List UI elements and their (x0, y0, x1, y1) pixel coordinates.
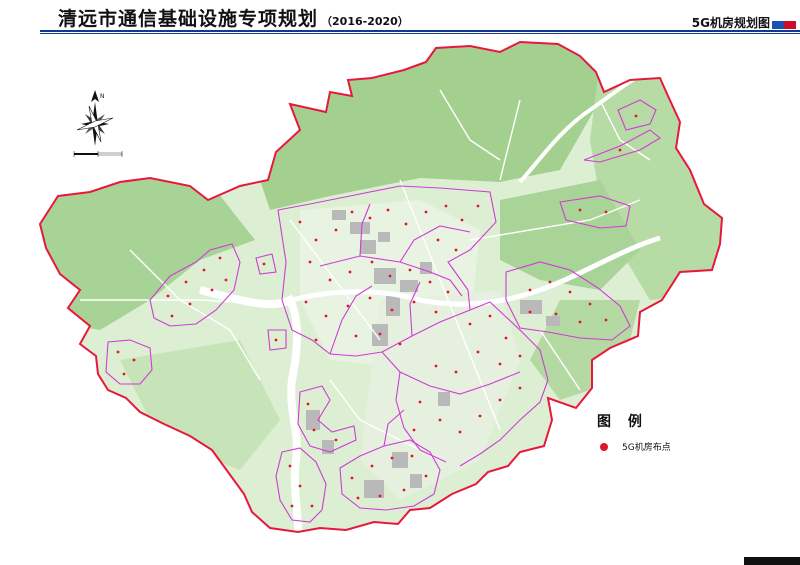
legend-label: 5G机房布点 (622, 443, 671, 453)
city-map (39, 41, 723, 533)
legend-item-5g-site: 5G机房布点 (600, 440, 671, 453)
north-arrow-rose-icon: N (76, 90, 114, 146)
red-dot-icon (600, 442, 608, 451)
map-page: 清远市通信基础设施专项规划 （2016-2020） 5G机房规划图 N 图 例 … (0, 0, 800, 565)
svg-text:N: N (100, 93, 105, 100)
legend-title: 图 例 (597, 414, 648, 430)
footer-bar (744, 557, 800, 565)
scale-bar-icon (73, 151, 123, 157)
